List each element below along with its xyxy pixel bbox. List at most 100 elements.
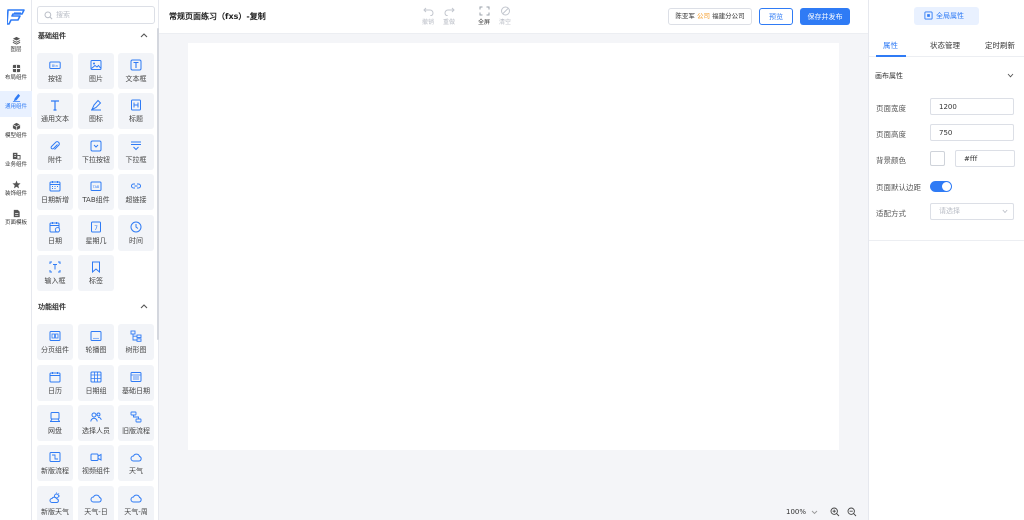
bg-color-label: 背景颜色 xyxy=(876,156,906,165)
component-tile-weather-day[interactable]: 天气-日 xyxy=(78,486,114,520)
default-margin-toggle[interactable] xyxy=(930,181,952,192)
rail-item-business[interactable]: 业务组件 xyxy=(0,149,32,175)
component-tile-calendar[interactable]: 日历 xyxy=(37,365,73,401)
component-tile-netdisk[interactable]: 网盘 xyxy=(37,405,73,441)
tile-label: 新版天气 xyxy=(41,508,69,516)
tile-label: 日期组 xyxy=(85,387,107,395)
page-height-label: 页面高度 xyxy=(876,130,906,139)
rail-item-model[interactable]: 模型组件 xyxy=(0,120,32,146)
user-org: 福建分公司 xyxy=(712,12,745,20)
component-tile-tree[interactable]: 树形图 xyxy=(118,324,154,360)
component-tile-tab[interactable]: TAB TAB组件 xyxy=(78,174,114,210)
component-tile-date-group[interactable]: 日期组 xyxy=(78,365,114,401)
pagination-icon xyxy=(49,331,61,341)
search-input[interactable] xyxy=(56,9,152,21)
rail-item-layout[interactable]: 布局组件 xyxy=(0,62,32,88)
component-tile-tag[interactable]: 标签 xyxy=(78,255,114,291)
component-tile-attachment[interactable]: 附件 xyxy=(37,134,73,170)
tab-timed-refresh[interactable]: 定时刷新 xyxy=(985,40,1015,51)
global-properties-button[interactable]: 全局属性 xyxy=(914,7,979,25)
undo-icon xyxy=(422,7,433,16)
tree-icon xyxy=(130,330,142,342)
rail-item-decoration[interactable]: 装饰组件 xyxy=(0,178,32,204)
component-tile-dropdown-button[interactable]: 下拉按钮 xyxy=(78,134,114,170)
settings-square-icon xyxy=(924,11,933,20)
bg-color-input[interactable] xyxy=(955,150,1015,167)
tile-label: 天气-周 xyxy=(124,508,148,516)
component-tile-old-flow[interactable]: 旧版流程 xyxy=(118,405,154,441)
component-tile-dropdown[interactable]: 下拉框 xyxy=(118,134,154,170)
tab-properties[interactable]: 属性 xyxy=(883,40,898,51)
clock-icon xyxy=(130,221,142,233)
component-tile-button[interactable]: Btn 按钮 xyxy=(37,53,73,89)
user-name: 陈亚军 xyxy=(675,12,695,20)
app-window: 图层 布局组件 通用组件 模型组件 业务组件 装饰组件 页面模板 搜索 基础组件… xyxy=(0,0,1024,520)
tile-label: 日期 xyxy=(48,237,62,245)
component-tile-input[interactable]: 输入框 xyxy=(37,255,73,291)
rail-item-layers[interactable]: 图层 xyxy=(0,34,32,60)
component-tile-weather[interactable]: 天气 xyxy=(118,445,154,481)
rail-item-template[interactable]: 页面模板 xyxy=(0,207,32,233)
tile-label: 天气-日 xyxy=(84,508,108,516)
component-tile-time[interactable]: 时间 xyxy=(118,215,154,251)
zoom-out-icon[interactable] xyxy=(847,507,857,517)
tab-state-management[interactable]: 状态管理 xyxy=(930,40,960,51)
component-tile-icon[interactable]: 图标 xyxy=(78,93,114,129)
component-tile-video[interactable]: 视频组件 xyxy=(78,445,114,481)
tile-label: 通用文本 xyxy=(41,115,69,123)
button-icon: Btn xyxy=(49,61,61,69)
rail-item-common[interactable]: 通用组件 xyxy=(0,91,32,117)
chevron-up-icon[interactable] xyxy=(140,303,148,309)
preview-button[interactable]: 预览 xyxy=(759,8,793,25)
component-tile-date-add[interactable]: 日期新增 xyxy=(37,174,73,210)
component-tile-new-flow[interactable]: 新版流程 xyxy=(37,445,73,481)
svg-text:7: 7 xyxy=(94,225,98,232)
component-tile-general-text[interactable]: 通用文本 xyxy=(37,93,73,129)
component-tile-weekday[interactable]: 7 星期几 xyxy=(78,215,114,251)
component-tile-image[interactable]: 图片 xyxy=(78,53,114,89)
save-publish-button[interactable]: 保存并发布 xyxy=(800,8,850,25)
chevron-down-icon xyxy=(1002,209,1008,214)
fit-mode-select[interactable]: 请选择 xyxy=(930,203,1014,220)
tile-label: 时间 xyxy=(129,237,143,245)
component-tile-select-person[interactable]: 选择人员 xyxy=(78,405,114,441)
panel-scrollbar[interactable] xyxy=(157,28,159,340)
component-tile-new-weather[interactable]: 新版天气 xyxy=(37,486,73,520)
component-tile-hyperlink[interactable]: 超链接 xyxy=(118,174,154,210)
fit-mode-placeholder: 请选择 xyxy=(939,207,960,215)
zoom-select[interactable]: 100% xyxy=(780,505,822,519)
zoom-in-icon[interactable] xyxy=(830,507,840,517)
template-icon xyxy=(13,209,20,218)
page-width-input[interactable] xyxy=(930,98,1014,115)
dropdown-icon xyxy=(131,141,141,151)
default-margin-label: 页面默认边距 xyxy=(876,183,921,192)
rail-item-label: 页面模板 xyxy=(4,220,27,226)
basic-date-icon xyxy=(130,372,142,382)
page-height-input[interactable] xyxy=(930,124,1014,141)
cloud-icon xyxy=(130,453,142,462)
tile-label: 图片 xyxy=(89,75,103,83)
clear-button[interactable]: 清空 xyxy=(493,6,517,30)
clear-icon xyxy=(500,6,510,16)
brush-icon xyxy=(90,99,102,111)
page-width-label: 页面宽度 xyxy=(876,104,906,113)
search-box xyxy=(37,6,155,24)
component-tile-carousel[interactable]: 轮播图 xyxy=(78,324,114,360)
redo-button[interactable]: 重做 xyxy=(437,6,461,30)
search-icon xyxy=(44,11,53,20)
component-tile-weather-week[interactable]: 天气-周 xyxy=(118,486,154,520)
component-tile-date[interactable]: 日期 xyxy=(37,215,73,251)
zoom-bar: 100% xyxy=(780,505,868,519)
tile-label: 网盘 xyxy=(48,427,62,435)
user-info[interactable]: 陈亚军 公司 福建分公司 xyxy=(668,8,752,25)
color-swatch[interactable] xyxy=(930,151,945,166)
component-tile-heading[interactable]: 标题 xyxy=(118,93,154,129)
design-canvas[interactable] xyxy=(188,43,839,450)
chevron-down-icon[interactable] xyxy=(1007,73,1014,78)
chevron-up-icon[interactable] xyxy=(140,32,148,38)
tab-icon: TAB xyxy=(90,181,102,191)
component-tile-textbox[interactable]: 文本框 xyxy=(118,53,154,89)
flow-icon xyxy=(130,411,142,423)
component-tile-basic-date[interactable]: 基础日期 xyxy=(118,365,154,401)
component-tile-pagination[interactable]: 分页组件 xyxy=(37,324,73,360)
